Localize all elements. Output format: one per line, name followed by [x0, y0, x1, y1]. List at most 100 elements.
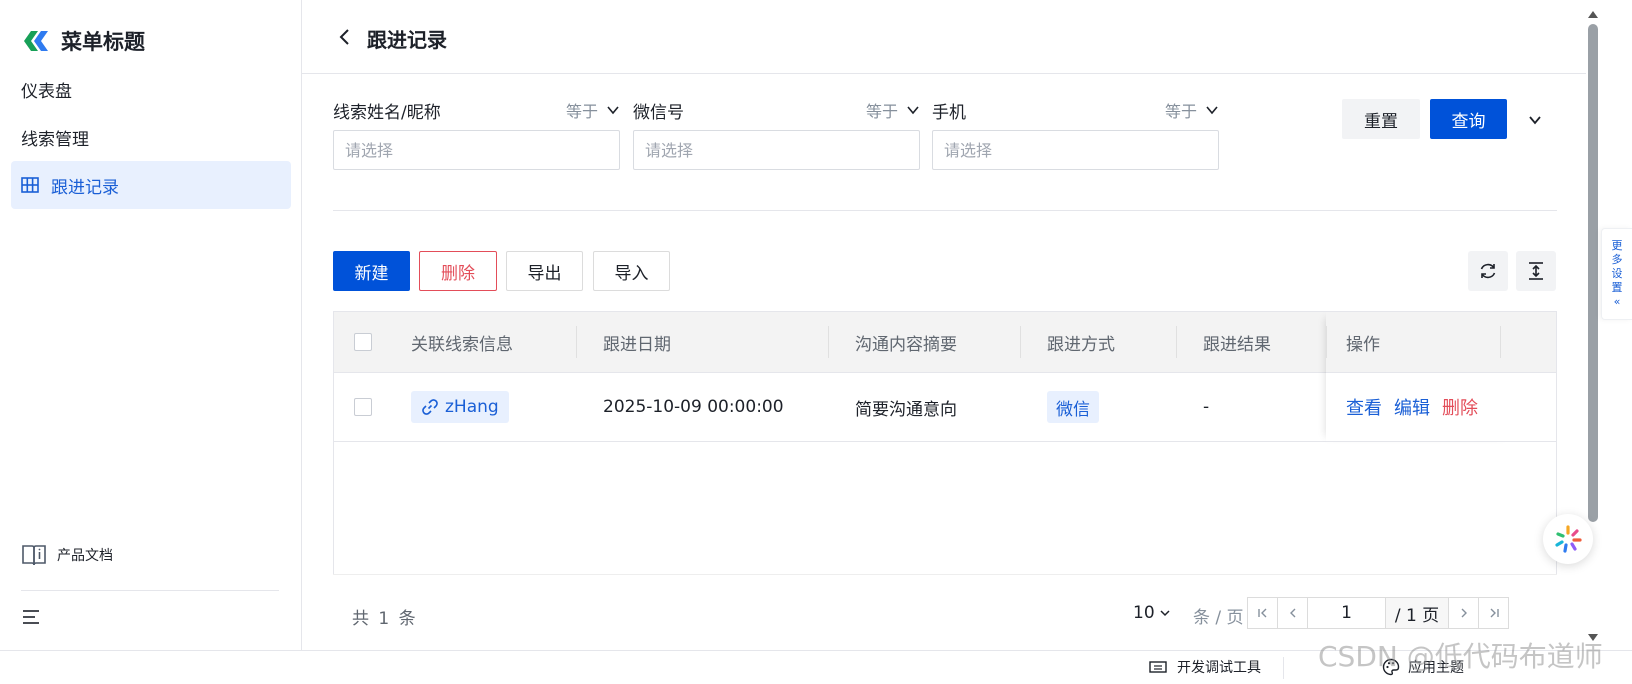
page-title: 跟进记录: [367, 28, 447, 52]
main-content: 跟进记录 线索姓名/昵称 等于 微信号 等于 手机 等于: [302, 0, 1586, 650]
column-separator: [828, 326, 829, 358]
total-pages-text: / 1 页: [1394, 605, 1440, 626]
filter-operator-select[interactable]: 等于: [866, 98, 920, 122]
col-followup-date: 跟进日期: [603, 334, 671, 355]
wechat-input[interactable]: [633, 130, 920, 170]
page-size-unit: 条 / 页: [1193, 608, 1244, 628]
devtools-icon: [1149, 661, 1167, 673]
followup-table: 关联线索信息 跟进日期 沟通内容摘要 跟进方式 跟进结果 操作 zHang 20…: [333, 311, 1557, 574]
sidebar-divider: [21, 590, 279, 591]
prev-page-button[interactable]: [1277, 597, 1308, 629]
last-page-icon: [1490, 608, 1499, 618]
filter-divider: [333, 210, 1557, 211]
fixed-column-shadow: [1326, 312, 1516, 442]
delete-button[interactable]: 删除: [419, 251, 497, 291]
filter-operator-select[interactable]: 等于: [1165, 98, 1219, 122]
chevron-down-icon: [1206, 106, 1218, 115]
app-logo-icon: [24, 31, 48, 51]
lead-info-cell: zHang: [411, 373, 509, 441]
chevron-down-icon: [907, 106, 919, 115]
filter-operator-select[interactable]: 等于: [566, 98, 620, 122]
page-size-value: 10: [1133, 603, 1155, 623]
refresh-button[interactable]: [1468, 251, 1508, 291]
lead-name-input[interactable]: [333, 130, 620, 170]
export-button[interactable]: 导出: [506, 251, 583, 291]
method-cell: 微信: [1047, 373, 1099, 441]
followup-date-cell: 2025-10-09 00:00:00: [603, 397, 784, 417]
more-settings-char: 多: [1611, 253, 1623, 266]
refresh-icon: [1480, 263, 1496, 279]
double-chevron-left-icon: «: [1613, 295, 1621, 308]
filter-operator-value: 等于: [565, 102, 598, 121]
more-settings-char: 设: [1611, 267, 1623, 280]
phone-input[interactable]: [932, 130, 1219, 170]
link-icon: [422, 399, 438, 415]
first-page-icon: [1257, 608, 1266, 618]
reset-button[interactable]: 重置: [1342, 99, 1420, 139]
lead-link-tag[interactable]: zHang: [411, 391, 509, 423]
scroll-up-arrow-icon[interactable]: [1587, 10, 1599, 20]
import-button[interactable]: 导入: [593, 251, 670, 291]
more-settings-char: 置: [1611, 281, 1623, 294]
result-cell: -: [1203, 397, 1210, 417]
brand-title: 菜单标题: [61, 30, 145, 54]
row-checkbox[interactable]: [354, 398, 372, 416]
last-page-button[interactable]: [1478, 597, 1509, 629]
col-method: 跟进方式: [1047, 334, 1115, 355]
page-header: 跟进记录: [302, 0, 1586, 74]
sidebar-item-label: 仪表盘: [21, 81, 72, 102]
chevron-left-icon: [1289, 608, 1295, 618]
sidebar-item-dashboard[interactable]: 仪表盘: [11, 65, 291, 113]
watermark: CSDN @低代码布道师: [1318, 640, 1603, 673]
app-window: 菜单标题 仪表盘 线索管理 跟进记录 产品文档 跟进记录 线索姓名/昵称 等于 …: [0, 0, 1632, 684]
sidebar-item-followups[interactable]: 跟进记录: [11, 161, 291, 209]
method-tag: 微信: [1047, 391, 1099, 423]
table-grid-icon: [21, 177, 39, 193]
menu-collapse-icon[interactable]: [21, 607, 41, 627]
lead-name: zHang: [445, 397, 499, 417]
chevron-right-icon: [1461, 608, 1467, 618]
product-docs-label: 产品文档: [57, 548, 113, 564]
summary-cell: 简要沟通意向: [855, 399, 957, 420]
query-button[interactable]: 查询: [1430, 99, 1507, 139]
current-page: 1: [1341, 603, 1352, 623]
scrollbar-thumb[interactable]: [1588, 24, 1598, 522]
column-height-icon: [1529, 262, 1543, 280]
chevron-down-icon: [1160, 610, 1170, 617]
filter-wechat: 微信号 等于: [633, 98, 920, 170]
product-docs-link[interactable]: 产品文档: [21, 541, 113, 569]
sidebar-item-label: 线索管理: [21, 129, 89, 150]
expand-filters-chevron-icon[interactable]: [1527, 112, 1543, 128]
select-all-checkbox[interactable]: [354, 333, 372, 351]
bottom-divider: [1283, 657, 1284, 679]
brand: 菜单标题: [21, 26, 145, 56]
filter-label: 微信号: [633, 103, 684, 123]
back-arrow-icon[interactable]: [334, 26, 356, 48]
devtools-button[interactable]: 开发调试工具: [1149, 657, 1261, 677]
column-height-button[interactable]: [1516, 251, 1556, 291]
filter-label: 手机: [932, 103, 966, 123]
first-page-button[interactable]: [1247, 597, 1278, 629]
chevron-down-icon: [607, 106, 619, 115]
sidebar: 菜单标题 仪表盘 线索管理 跟进记录 产品文档: [0, 0, 302, 650]
row-select-cell: [354, 373, 372, 441]
total-pages: / 1 页: [1385, 597, 1449, 629]
sidebar-item-leads[interactable]: 线索管理: [11, 113, 291, 161]
col-summary: 沟通内容摘要: [855, 334, 957, 355]
more-settings-char: 更: [1611, 239, 1623, 252]
more-settings-tab[interactable]: 更 多 设 置 «: [1601, 228, 1632, 320]
filter-operator-value: 等于: [1164, 102, 1197, 121]
filter-operator-value: 等于: [865, 102, 898, 121]
col-lead-info: 关联线索信息: [411, 334, 513, 355]
ai-assistant-button[interactable]: [1543, 514, 1593, 564]
page-jump-input[interactable]: 1: [1307, 597, 1386, 629]
new-button[interactable]: 新建: [333, 251, 410, 291]
column-separator: [1176, 326, 1177, 358]
total-count: 共 1 条: [352, 609, 418, 629]
filter-label: 线索姓名/昵称: [333, 103, 441, 123]
next-page-button[interactable]: [1448, 597, 1479, 629]
select-all-cell: [354, 312, 372, 372]
column-separator: [576, 326, 577, 358]
page-size-select[interactable]: 10: [1133, 603, 1171, 623]
col-result: 跟进结果: [1203, 334, 1271, 355]
